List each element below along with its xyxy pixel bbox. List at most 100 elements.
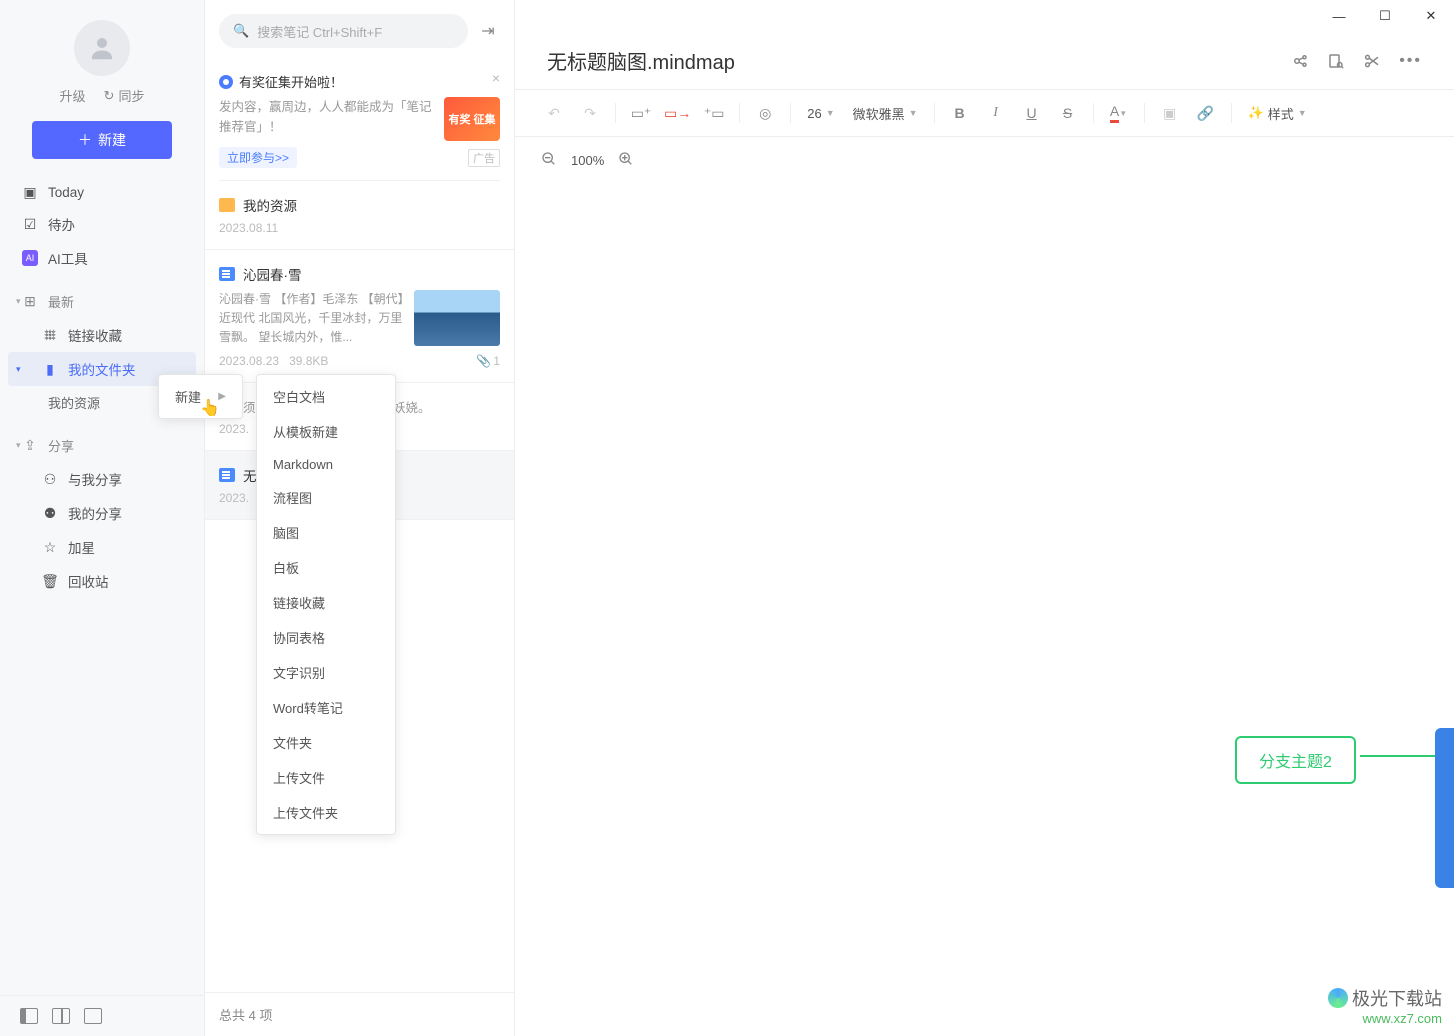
ctx-from-template[interactable]: 从模板新建 <box>257 414 395 449</box>
doc-icon <box>219 267 235 281</box>
font-family-select[interactable]: 微软雅黑 ▼ <box>845 98 926 128</box>
attachment-icon: 📎1 <box>476 354 500 368</box>
connector-lines <box>515 184 1454 1036</box>
chevron-down-icon: ▼ <box>1119 109 1127 118</box>
new-button[interactable]: ＋ 新建 <box>32 121 172 159</box>
window-controls: — ☐ ✕ <box>1316 0 1454 32</box>
nav-my-shares[interactable]: ⚉我的分享 <box>8 496 196 530</box>
nav-shared-with-me[interactable]: ⚇与我分享 <box>8 462 196 496</box>
search-input[interactable]: 🔍 搜索笔记 Ctrl+Shift+F <box>219 14 468 48</box>
ctx-blank-doc[interactable]: 空白文档 <box>257 379 395 414</box>
ctx-mindmap[interactable]: 脑图 <box>257 515 395 550</box>
ctx-link-collection[interactable]: 链接收藏 <box>257 585 395 620</box>
zoom-out-button[interactable] <box>541 151 557 170</box>
mindmap-canvas[interactable]: 分支主题2 中心主题 分支主题1 分支主题3 i <box>515 184 1454 1036</box>
panel-footer: 总共 4 项 <box>205 992 514 1036</box>
nav-trash[interactable]: 🗑回收站 <box>8 564 196 598</box>
layout-center-icon[interactable] <box>52 1008 70 1024</box>
folder-icon <box>219 198 235 212</box>
doc-icon <box>219 468 235 482</box>
insert-child-button[interactable]: ▭⁺ <box>624 98 658 128</box>
strikethrough-button[interactable]: S <box>1051 98 1085 128</box>
cursor-pointer-icon: 👆 <box>200 398 220 418</box>
bold-button[interactable]: B <box>943 98 977 128</box>
style-select[interactable]: ✨样式 ▼ <box>1240 98 1315 128</box>
maximize-button[interactable]: ☐ <box>1362 0 1408 32</box>
star-icon: ☆ <box>42 539 58 555</box>
insert-sibling-button[interactable]: ▭→ <box>660 98 695 128</box>
caret-icon: ▾ <box>16 296 21 307</box>
trash-icon: 🗑 <box>42 573 58 589</box>
undo-button[interactable]: ↶ <box>537 98 571 128</box>
promo-text: 发内容，赢周边，人人都能成为「笔记推荐官」！ <box>219 97 436 141</box>
mindmap-node-center[interactable]: 中心主题 <box>1435 728 1454 888</box>
toolbar: ↶ ↷ ▭⁺ ▭→ ⁺▭ ◎ 26 ▼ 微软雅黑 ▼ B I U S A ▼ ▣… <box>515 89 1454 137</box>
nav-todo[interactable]: ☑待办 <box>8 207 196 241</box>
nav-link-collection[interactable]: 𐄳链接收藏 <box>8 318 196 352</box>
search-doc-icon[interactable] <box>1327 52 1345 70</box>
section-recent[interactable]: ▾⊞最新 <box>8 285 196 318</box>
ctx-upload-file[interactable]: 上传文件 <box>257 760 395 795</box>
link-icon: 𐄳 <box>42 327 58 343</box>
context-submenu-new: 空白文档 从模板新建 Markdown 流程图 脑图 白板 链接收藏 协同表格 … <box>256 374 396 835</box>
chevron-down-icon: ▼ <box>1298 108 1307 118</box>
grid-icon: ⊞ <box>22 294 38 310</box>
promo-link[interactable]: 立即参与>> <box>219 147 297 168</box>
zoom-bar: 100% <box>515 137 1454 184</box>
layout-right-icon[interactable] <box>84 1008 102 1024</box>
link-button[interactable]: 🔗 <box>1189 98 1223 128</box>
close-button[interactable]: ✕ <box>1408 0 1454 32</box>
ai-icon: AI <box>22 250 38 266</box>
scissors-icon[interactable] <box>1363 52 1381 70</box>
zoom-in-button[interactable] <box>618 151 634 170</box>
caret-icon: ▾ <box>16 440 21 451</box>
avatar[interactable] <box>74 20 130 76</box>
caret-icon: ▾ <box>16 364 21 375</box>
italic-button[interactable]: I <box>979 98 1013 128</box>
close-icon[interactable]: × <box>492 70 500 86</box>
nav-ai-tools[interactable]: AIAI工具 <box>8 241 196 275</box>
ctx-whiteboard[interactable]: 白板 <box>257 550 395 585</box>
note-item-folder[interactable]: 我的资源 2023.08.11 <box>205 181 514 250</box>
ctx-word-import[interactable]: Word转笔记 <box>257 690 395 725</box>
minimize-button[interactable]: — <box>1316 0 1362 32</box>
promo-dot-icon <box>219 75 233 89</box>
more-icon[interactable]: ••• <box>1399 52 1422 70</box>
promo-banner: 有奖征集开始啦！ × 发内容，赢周边，人人都能成为「笔记推荐官」！ 有奖 征集 … <box>219 64 500 181</box>
user-profile: 升级 ↻ 同步 <box>0 20 204 105</box>
promo-title: 有奖征集开始啦！ <box>239 72 343 91</box>
nav-starred[interactable]: ☆加星 <box>8 530 196 564</box>
location-button[interactable]: ◎ <box>748 98 782 128</box>
ctx-ocr[interactable]: 文字识别 <box>257 655 395 690</box>
share-icon[interactable] <box>1291 52 1309 70</box>
nav-today[interactable]: ▣Today <box>8 177 196 207</box>
note-thumbnail <box>414 290 500 346</box>
note-item-doc[interactable]: 沁园春·雪 沁园春·雪 【作者】毛泽东 【朝代】近现代 北国风光，千里冰封，万里… <box>205 250 514 383</box>
ctx-upload-folder[interactable]: 上传文件夹 <box>257 795 395 830</box>
zoom-level: 100% <box>571 153 604 168</box>
share-icon: ⇪ <box>22 438 38 454</box>
font-color-button[interactable]: A ▼ <box>1102 98 1136 128</box>
image-button[interactable]: ▣ <box>1153 98 1187 128</box>
layout-left-icon[interactable] <box>20 1008 38 1024</box>
sync-link[interactable]: ↻ 同步 <box>104 86 145 105</box>
font-size-select[interactable]: 26 ▼ <box>799 98 842 128</box>
upgrade-link[interactable]: 升级 <box>60 86 86 105</box>
underline-button[interactable]: U <box>1015 98 1049 128</box>
insert-parent-button[interactable]: ⁺▭ <box>697 98 731 128</box>
ctx-markdown[interactable]: Markdown <box>257 449 395 480</box>
chevron-down-icon: ▼ <box>826 108 835 118</box>
collapse-panel-icon[interactable]: ⇥ <box>476 19 500 43</box>
redo-button[interactable]: ↷ <box>573 98 607 128</box>
ad-badge: 广告 <box>468 149 500 167</box>
ctx-collab-sheet[interactable]: 协同表格 <box>257 620 395 655</box>
section-share[interactable]: ▾⇪分享 <box>8 429 196 462</box>
folder-icon: ▮ <box>42 361 58 377</box>
promo-image: 有奖 征集 <box>444 97 500 141</box>
ctx-folder[interactable]: 文件夹 <box>257 725 395 760</box>
ctx-flowchart[interactable]: 流程图 <box>257 480 395 515</box>
chevron-down-icon: ▼ <box>909 108 918 118</box>
mindmap-node-left[interactable]: 分支主题2 <box>1235 736 1356 784</box>
document-title[interactable]: 无标题脑图.mindmap <box>547 46 735 75</box>
watermark: 极光下载站 www.xz7.com <box>1328 985 1442 1026</box>
